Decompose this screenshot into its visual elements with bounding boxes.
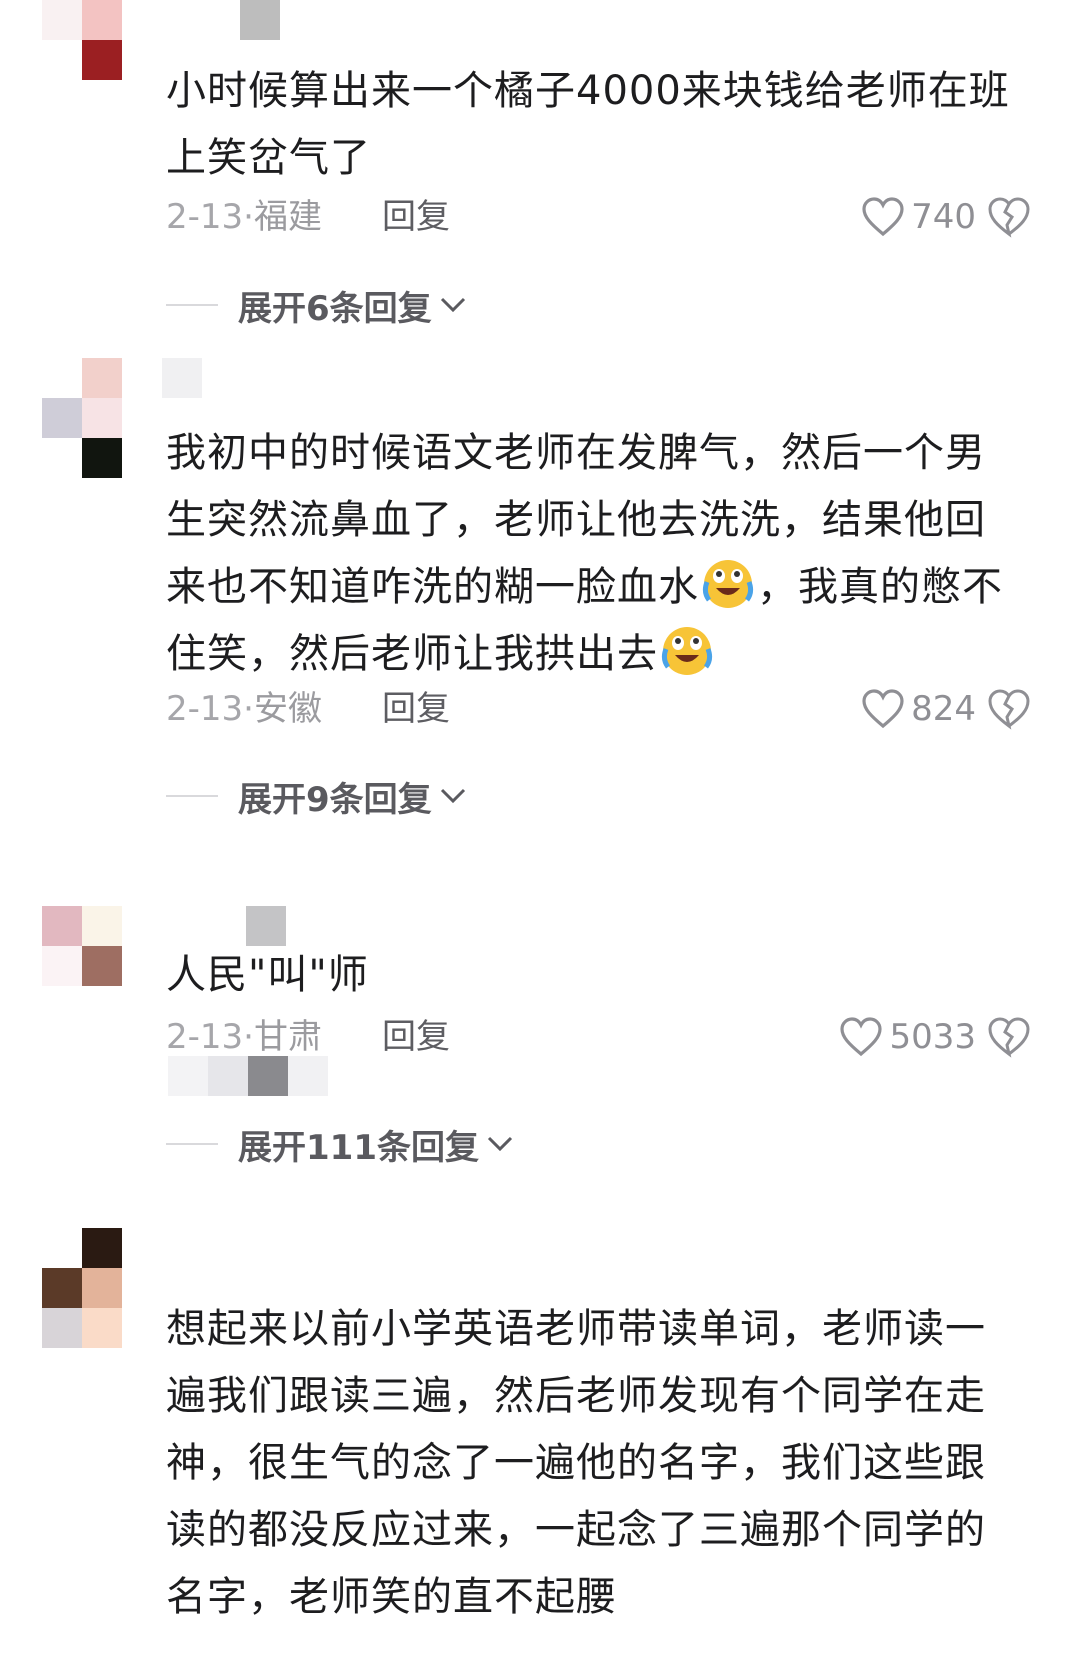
like-count: 740 (911, 197, 976, 237)
avatar[interactable] (42, 1228, 122, 1348)
chevron-down-icon (440, 788, 465, 804)
divider-line (166, 1143, 218, 1145)
comment-line: 我初中的时候语文老师在发脾气，然后一个男 (166, 430, 986, 476)
comment-line: 遍我们跟读三遍，然后老师发现有个同学在走 (166, 1373, 986, 1419)
comment-line: 上笑岔气了 (166, 135, 371, 181)
chevron-down-icon (440, 297, 465, 313)
reply-button[interactable]: 回复 (382, 192, 502, 242)
username[interactable] (162, 358, 288, 398)
reply-button[interactable]: 回复 (382, 684, 502, 734)
avatar[interactable] (42, 358, 122, 478)
comment-text: 人民"叫"师 (166, 942, 1026, 1009)
expand-replies-button[interactable]: 展开9条回复 (166, 774, 468, 820)
comment-date: 2-13 (166, 1017, 244, 1057)
comment-line: 来也不知道咋洗的糊一脸血水 ，我真的憋不 (166, 554, 1026, 621)
avatar[interactable] (42, 0, 122, 40)
expand-label: 展开6条回复 (238, 288, 432, 329)
comment-line: 想起来以前小学英语老师带读单词，老师读一 (166, 1306, 986, 1352)
comment-date: 2-13 (166, 197, 244, 237)
comment-text: 我初中的时候语文老师在发脾气，然后一个男 生突然流鼻血了，老师让他去洗洗，结果他… (166, 420, 1026, 688)
expand-replies-button[interactable]: 展开111条回复 (166, 1122, 515, 1168)
comment-date: 2-13 (166, 689, 244, 729)
comment-location: 安徽 (253, 689, 322, 729)
chevron-down-icon (487, 1136, 513, 1152)
comment-meta: 2-13·福建 回复 (166, 192, 450, 242)
like-button[interactable]: 824 (861, 684, 976, 734)
username[interactable] (168, 906, 288, 946)
comment-location: 福建 (253, 197, 322, 237)
broken-heart-icon[interactable] (986, 1014, 1032, 1060)
avatar[interactable] (42, 906, 122, 986)
comment-line: 神，很生气的念了一遍他的名字，我们这些跟 (166, 1440, 986, 1486)
reply-button[interactable]: 回复 (382, 1012, 502, 1062)
like-count: 5033 (889, 1017, 976, 1057)
broken-heart-icon[interactable] (986, 686, 1032, 732)
avatar-lower (42, 40, 122, 80)
like-button[interactable]: 5033 (839, 1012, 976, 1062)
comment-line: 名字，老师笑的直不起腰 (166, 1574, 617, 1620)
heart-outline-icon (862, 197, 904, 237)
comment-line: 生突然流鼻血了，老师让他去洗洗，结果他回 (166, 497, 986, 543)
heart-outline-icon (862, 689, 904, 729)
comment-meta: 2-13·安徽 回复 (166, 684, 450, 734)
divider-line (166, 795, 218, 797)
comment-text: 想起来以前小学英语老师带读单词，老师读一 遍我们跟读三遍，然后老师发现有个同学在… (166, 1296, 1026, 1631)
expand-replies-button[interactable]: 展开6条回复 (166, 283, 468, 329)
comment-text: 小时候算出来一个橘子4000来块钱给老师在班 上笑岔气了 (166, 58, 1026, 192)
divider-line (166, 304, 218, 306)
comment-line: 小时候算出来一个橘子4000来块钱给老师在班 (166, 68, 1010, 114)
comment-line: 住笑，然后老师让我拱出去 (166, 621, 1026, 688)
expand-label: 展开111条回复 (238, 1127, 479, 1168)
comment-meta: 2-13·甘肃 回复 (166, 1012, 450, 1062)
crying-laughing-emoji-icon (661, 627, 713, 675)
comment-line: 人民"叫"师 (166, 952, 369, 998)
username[interactable] (168, 0, 288, 40)
like-button[interactable]: 740 (861, 192, 976, 242)
heart-outline-icon (840, 1017, 883, 1057)
comment-line: 读的都没反应过来，一起念了三遍那个同学的 (166, 1507, 986, 1553)
crying-laughing-emoji-icon (702, 560, 754, 608)
like-count: 824 (911, 689, 976, 729)
expand-label: 展开9条回复 (238, 779, 432, 820)
comment-location: 甘肃 (253, 1017, 322, 1057)
redacted-block (168, 1056, 328, 1096)
broken-heart-icon[interactable] (986, 194, 1032, 240)
